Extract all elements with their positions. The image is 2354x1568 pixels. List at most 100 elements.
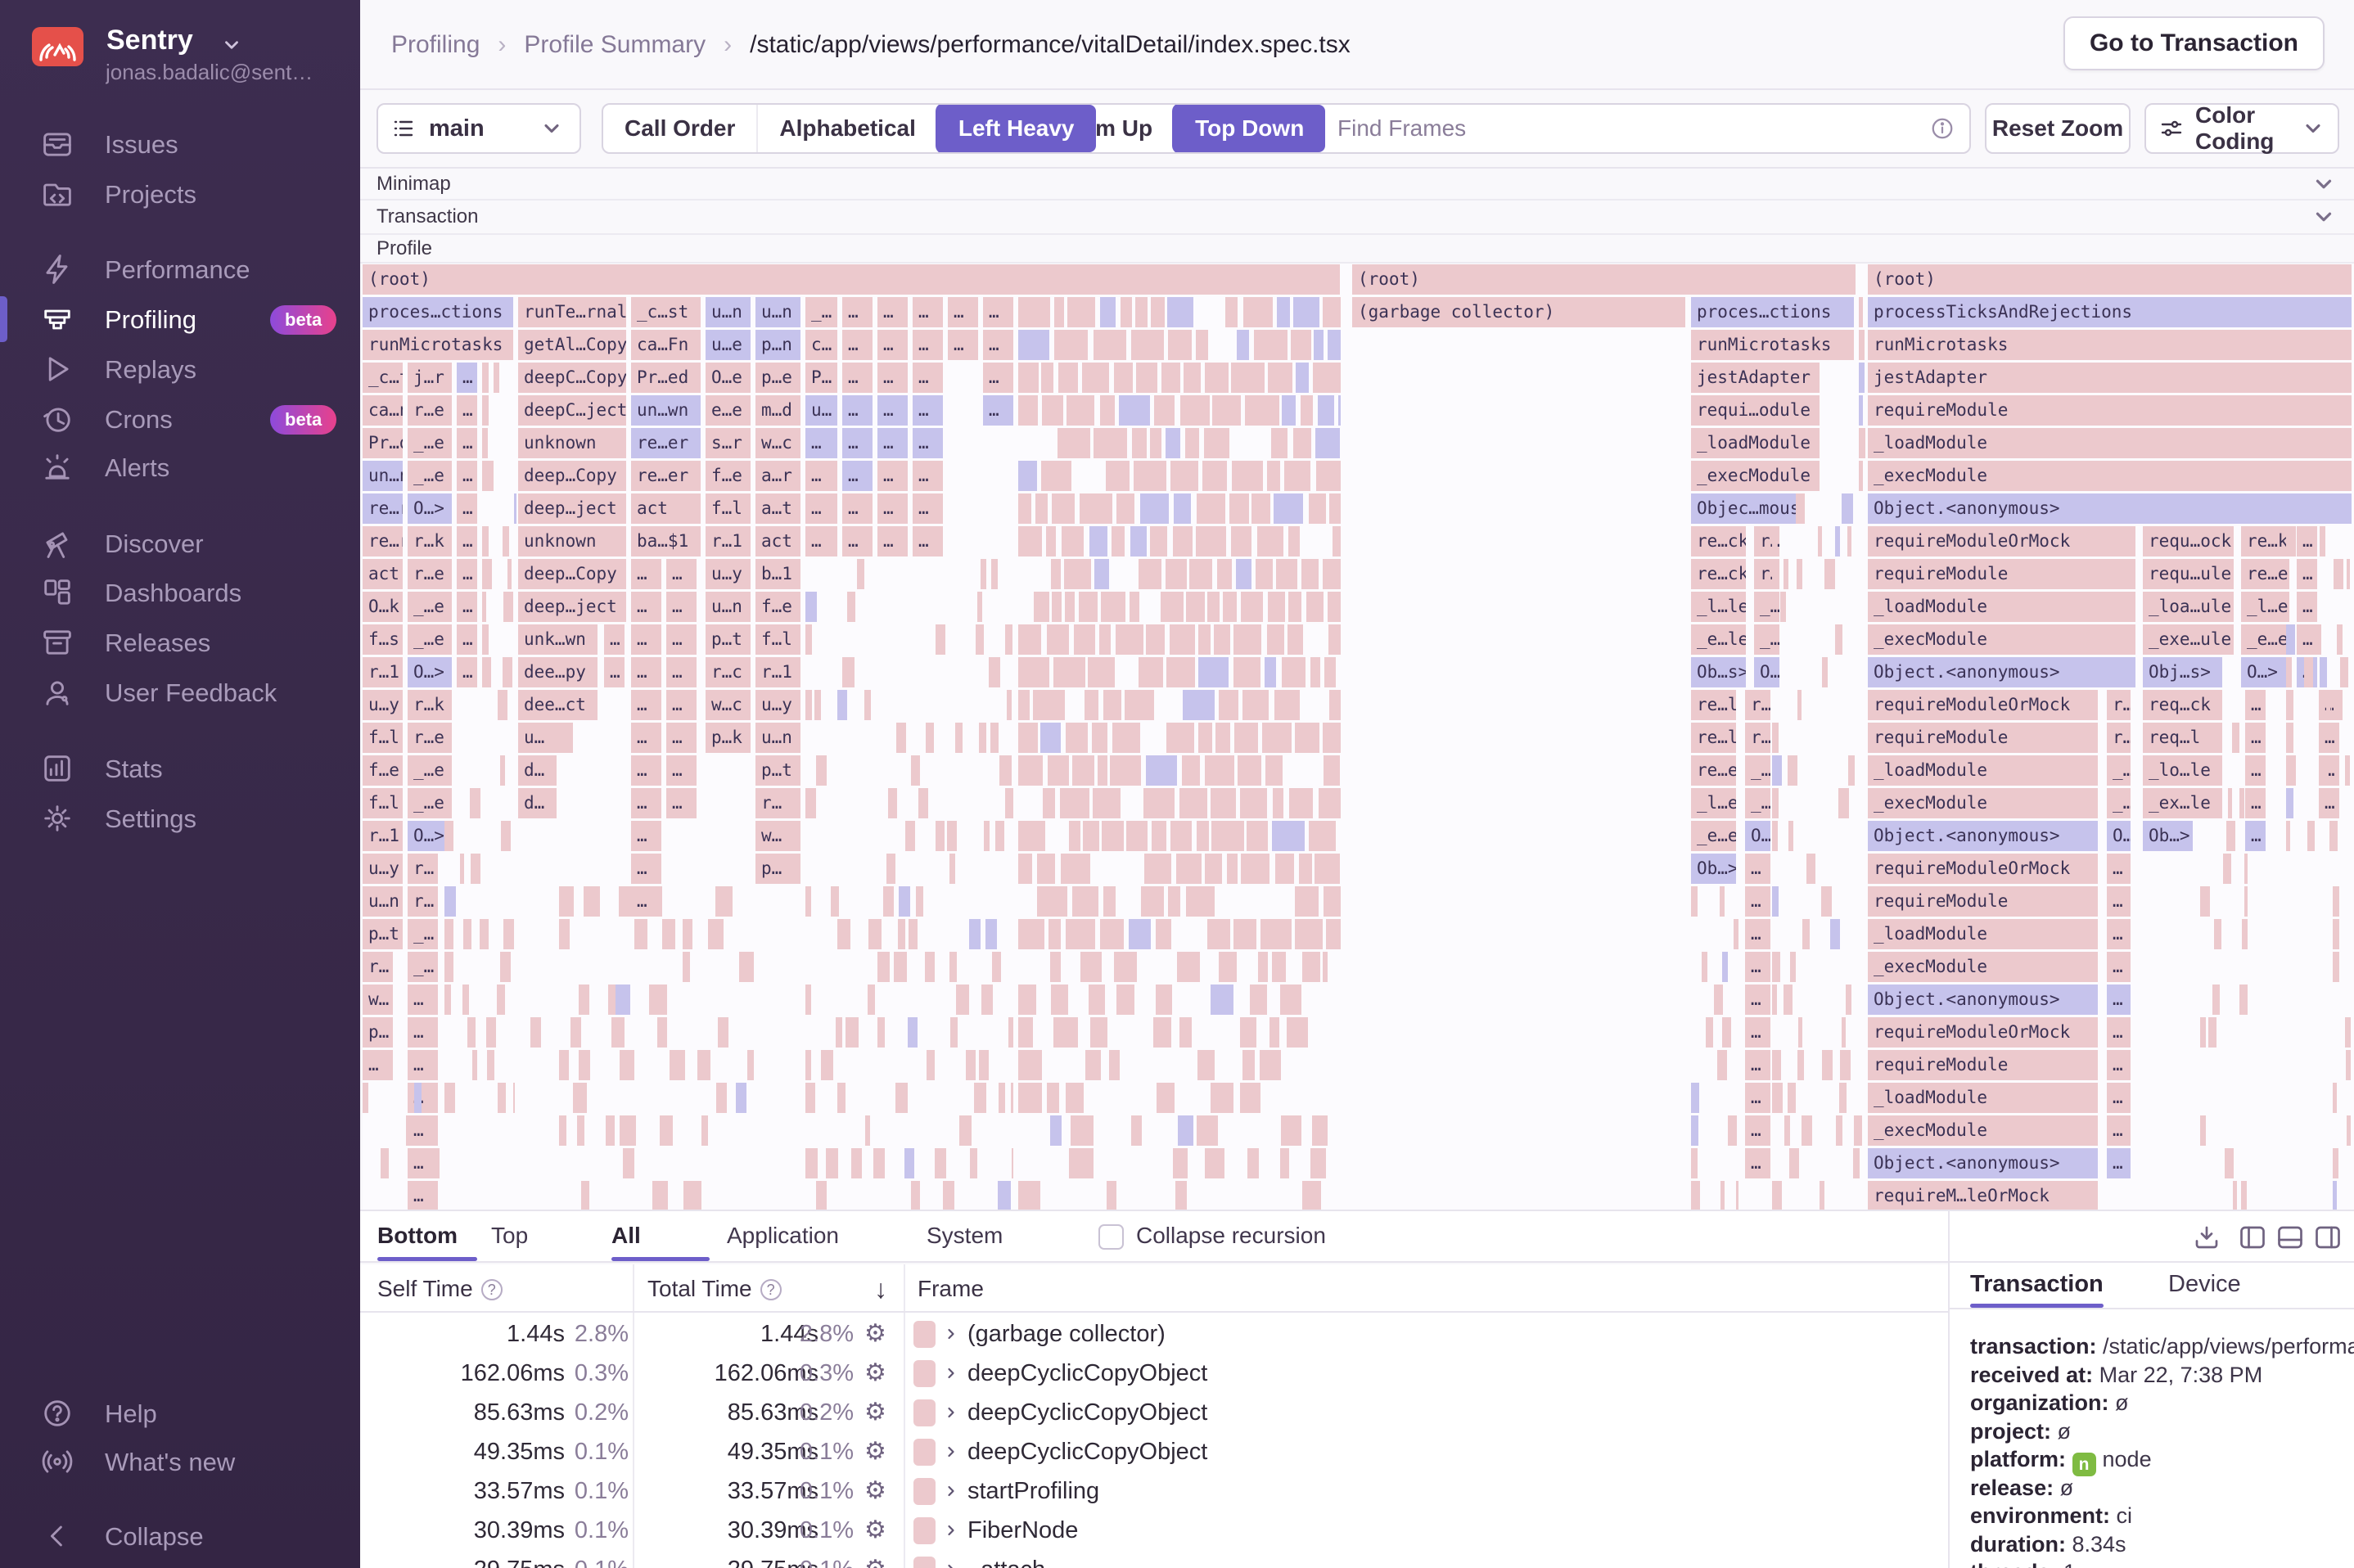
flame-frame[interactable]: …	[1745, 1148, 1770, 1178]
flame-frame[interactable]: …	[631, 723, 661, 753]
frame-table-row[interactable]: 49.35ms 0.1% 49.35ms 0.1% ⚙ deepCyclicCo…	[360, 1432, 1948, 1471]
flame-frame[interactable]: act	[363, 559, 403, 589]
flame-frame[interactable]: …	[877, 428, 908, 458]
flame-frame[interactable]: un…n	[363, 461, 403, 491]
flame-frame[interactable]: …	[2107, 886, 2131, 917]
flame-frame[interactable]: …	[631, 690, 661, 720]
flame-frame[interactable]: O…	[2107, 821, 2131, 851]
flame-frame[interactable]: …	[666, 788, 697, 818]
flame-frame[interactable]: Ob…>	[2143, 821, 2193, 851]
flame-frame[interactable]: _loa…ule	[2143, 592, 2234, 622]
flame-frame[interactable]: P…	[805, 363, 837, 393]
find-frames-search[interactable]: Find Frames	[1285, 103, 1971, 154]
flame-frame[interactable]: (garbage collector)	[1352, 297, 1685, 327]
flame-frame[interactable]: r…	[363, 952, 393, 982]
flame-frame[interactable]: b…1	[755, 559, 800, 589]
flame-frame[interactable]: requ…ule	[2143, 559, 2234, 589]
flame-frame[interactable]: …	[842, 526, 873, 556]
flame-frame[interactable]: _…	[1745, 755, 1770, 786]
flame-frame[interactable]: …	[913, 428, 943, 458]
flame-frame[interactable]: deep…Copy	[518, 559, 626, 589]
flame-frame[interactable]: …	[805, 526, 837, 556]
thread-select[interactable]: main	[377, 103, 581, 154]
flame-frame[interactable]: r…	[2107, 690, 2131, 720]
flame-frame[interactable]: …	[363, 1050, 393, 1080]
flame-frame[interactable]: Ob…s>	[1691, 657, 1746, 687]
flame-frame[interactable]: f…l	[363, 723, 403, 753]
row-settings-gear-icon[interactable]: ⚙	[864, 1516, 886, 1544]
flame-frame[interactable]: u…y	[706, 559, 751, 589]
flame-frame[interactable]: …	[842, 297, 873, 327]
breadcrumb-link[interactable]: Profiling	[391, 31, 480, 59]
flame-frame[interactable]: r…	[1745, 723, 1770, 753]
flame-frame[interactable]: …	[457, 428, 477, 458]
flame-frame[interactable]: Object.<anonymous>	[1868, 493, 2352, 524]
frame-table-row[interactable]: 1.44s 2.8% 1.44s 2.8% ⚙ (garbage collect…	[360, 1314, 1948, 1354]
flame-frame[interactable]: r…	[408, 886, 438, 917]
flame-frame[interactable]: …	[631, 821, 661, 851]
flame-frame[interactable]: Ob…>	[1691, 854, 1736, 884]
flame-frame[interactable]: …	[2297, 592, 2317, 622]
flame-frame[interactable]: …	[2107, 1017, 2131, 1048]
flame-frame[interactable]: f…l	[363, 788, 403, 818]
flame-frame[interactable]: …	[631, 755, 661, 786]
flame-frame[interactable]: …	[457, 363, 477, 393]
sidebar-item-projects[interactable]: Projects	[0, 169, 360, 219]
layout-left-icon[interactable]	[2238, 1223, 2267, 1252]
flame-frame[interactable]: _…e	[408, 428, 452, 458]
flame-frame[interactable]: requireModuleOrMock	[1868, 690, 2098, 720]
flame-frame[interactable]: re…k	[2241, 526, 2289, 556]
total-time-column-header[interactable]: Total Time?	[647, 1276, 782, 1302]
flame-frame[interactable]: _execModule	[1868, 952, 2098, 982]
reset-zoom-button[interactable]: Reset Zoom	[1985, 103, 2131, 154]
collapse-recursion-checkbox[interactable]	[1098, 1224, 1124, 1250]
flame-frame[interactable]: proces…ctions	[1691, 297, 1854, 327]
flame-frame[interactable]: re…ck	[1691, 559, 1746, 589]
flame-frame[interactable]: re…l	[1691, 723, 1736, 753]
row-settings-gear-icon[interactable]: ⚙	[864, 1555, 886, 1568]
flame-frame[interactable]: …	[2107, 1083, 2131, 1113]
flame-frame[interactable]: O…>	[408, 493, 452, 524]
row-settings-gear-icon[interactable]: ⚙	[864, 1437, 886, 1466]
flame-frame[interactable]: …	[913, 330, 943, 360]
flame-frame[interactable]: …	[457, 395, 477, 426]
flame-frame[interactable]: …	[913, 297, 943, 327]
flame-frame[interactable]: …	[2107, 854, 2131, 884]
flame-frame[interactable]: requireModule	[1868, 723, 2098, 753]
flame-frame[interactable]: req…ck	[2143, 690, 2222, 720]
flame-frame[interactable]: f…e	[363, 755, 403, 786]
flame-frame[interactable]: dee…py	[518, 657, 598, 687]
sentry-logo-icon[interactable]	[32, 27, 83, 66]
direction-top-down[interactable]: Top Down	[1172, 105, 1326, 152]
flame-frame[interactable]: …	[666, 592, 697, 622]
flame-frame[interactable]: processTicksAndRejections	[1868, 297, 2352, 327]
flame-frame[interactable]: r…1	[363, 657, 403, 687]
flame-frame[interactable]: …	[842, 493, 873, 524]
flame-frame[interactable]: …	[1745, 985, 1770, 1015]
flame-frame[interactable]: ca…Fn	[631, 330, 701, 360]
flame-frame[interactable]: …	[2245, 723, 2266, 753]
flame-frame[interactable]: ca…n	[363, 395, 403, 426]
flame-frame[interactable]: …	[631, 854, 661, 884]
flame-frame[interactable]: …	[666, 723, 697, 753]
sidebar-item-profiling[interactable]: Profiling beta	[0, 295, 360, 344]
flame-frame[interactable]: proces…ctions	[363, 297, 513, 327]
flame-frame[interactable]: …	[408, 1181, 438, 1210]
flame-frame[interactable]: …	[2107, 952, 2131, 982]
expand-chevron-icon[interactable]	[943, 1403, 959, 1422]
flame-frame[interactable]: _…e	[408, 788, 452, 818]
flame-frame[interactable]: …	[913, 363, 943, 393]
flame-frame[interactable]: …	[1745, 952, 1770, 982]
row-settings-gear-icon[interactable]: ⚙	[864, 1358, 886, 1387]
flame-frame[interactable]: _c…t	[363, 363, 403, 393]
flame-frame[interactable]: u…n	[706, 592, 751, 622]
flame-frame[interactable]: u…y	[755, 690, 800, 720]
flame-frame[interactable]: Pr…d	[363, 428, 403, 458]
flame-frame[interactable]: …	[877, 526, 908, 556]
chevron-down-icon[interactable]	[2311, 172, 2336, 196]
frame-table-row[interactable]: 29.75ms 0.1% 29.75ms 0.1% ⚙ _attach	[360, 1550, 1948, 1568]
flame-frame[interactable]: runMicrotasks	[1691, 330, 1854, 360]
flame-frame[interactable]: …	[666, 755, 697, 786]
flame-frame[interactable]: r…k	[408, 526, 452, 556]
flame-frame[interactable]: _…	[805, 297, 837, 327]
